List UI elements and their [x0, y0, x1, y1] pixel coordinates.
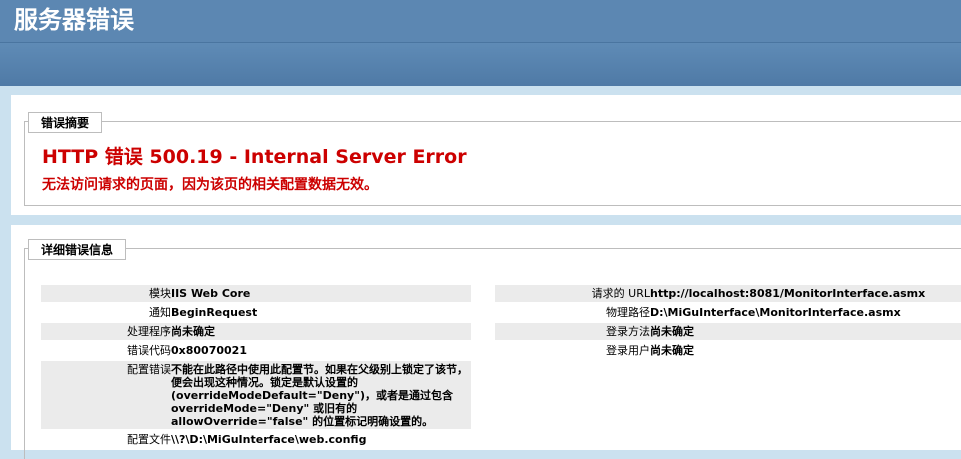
detail-row-notification: 通知 BeginRequest	[41, 304, 471, 321]
detail-value: 0x80070021	[171, 344, 247, 357]
detail-value: 尚未确定	[650, 325, 694, 338]
detail-row-error-code: 错误代码 0x80070021	[41, 342, 471, 359]
detail-value: D:\MiGuInterface\MonitorInterface.asmx	[650, 306, 901, 319]
detail-value: \\?\D:\MiGuInterface\web.config	[171, 433, 367, 446]
detail-label: 请求的 URL	[591, 287, 650, 300]
detail-label: 模块	[149, 287, 171, 300]
detail-label: 配置错误	[127, 363, 171, 376]
detail-row-logon-method: 登录方法 尚未确定	[495, 323, 961, 340]
detail-label: 登录方法	[606, 325, 650, 338]
detail-label: 处理程序	[127, 325, 171, 338]
detail-label: 错误代码	[127, 344, 171, 357]
detail-label: 物理路径	[606, 306, 650, 319]
detail-label: 配置文件	[127, 433, 171, 446]
detail-row-physical-path: 物理路径 D:\MiGuInterface\MonitorInterface.a…	[495, 304, 961, 321]
header-band	[0, 43, 961, 86]
detail-row-logon-user: 登录用户 尚未确定	[495, 342, 961, 359]
detail-row-module: 模块 IIS Web Core	[41, 285, 471, 302]
error-description: 无法访问请求的页面，因为该页的相关配置数据无效。	[42, 177, 378, 193]
detail-label: 通知	[149, 306, 171, 319]
error-details-fieldset: 详细错误信息 模块 IIS Web Core 通知 BeginRequest 处…	[24, 239, 961, 459]
detail-row-config-file: 配置文件 \\?\D:\MiGuInterface\web.config	[41, 431, 471, 448]
error-summary-legend: 错误摘要	[28, 112, 103, 133]
detail-value: http://localhost:8081/MonitorInterface.a…	[650, 287, 926, 300]
page-title: 服务器错误	[14, 6, 134, 34]
error-details-legend: 详细错误信息	[28, 239, 127, 260]
error-summary-fieldset: 错误摘要 HTTP 错误 500.19 - Internal Server Er…	[24, 112, 961, 206]
error-title: HTTP 错误 500.19 - Internal Server Error	[42, 146, 467, 168]
detail-value: IIS Web Core	[171, 287, 251, 300]
detail-value: BeginRequest	[171, 306, 258, 319]
detail-row-handler: 处理程序 尚未确定	[41, 323, 471, 340]
error-details-panel: 详细错误信息 模块 IIS Web Core 通知 BeginRequest 处…	[11, 225, 961, 459]
detail-value: 尚未确定	[650, 344, 694, 357]
detail-value: 尚未确定	[171, 325, 215, 338]
detail-row-config-error: 配置错误 不能在此路径中使用此配置节。如果在父级别上锁定了该节，便会出现这种情况…	[41, 361, 471, 429]
error-summary-panel: 错误摘要 HTTP 错误 500.19 - Internal Server Er…	[11, 95, 961, 215]
detail-label: 登录用户	[606, 344, 650, 357]
details-left-table: 模块 IIS Web Core 通知 BeginRequest 处理程序 尚未确…	[41, 285, 471, 450]
details-right-table: 请求的 URL http://localhost:8081/MonitorInt…	[495, 285, 961, 361]
detail-row-requested-url: 请求的 URL http://localhost:8081/MonitorInt…	[495, 285, 961, 302]
page-header: 服务器错误	[0, 0, 961, 43]
detail-value: 不能在此路径中使用此配置节。如果在父级别上锁定了该节，便会出现这种情况。锁定是默…	[171, 363, 468, 428]
